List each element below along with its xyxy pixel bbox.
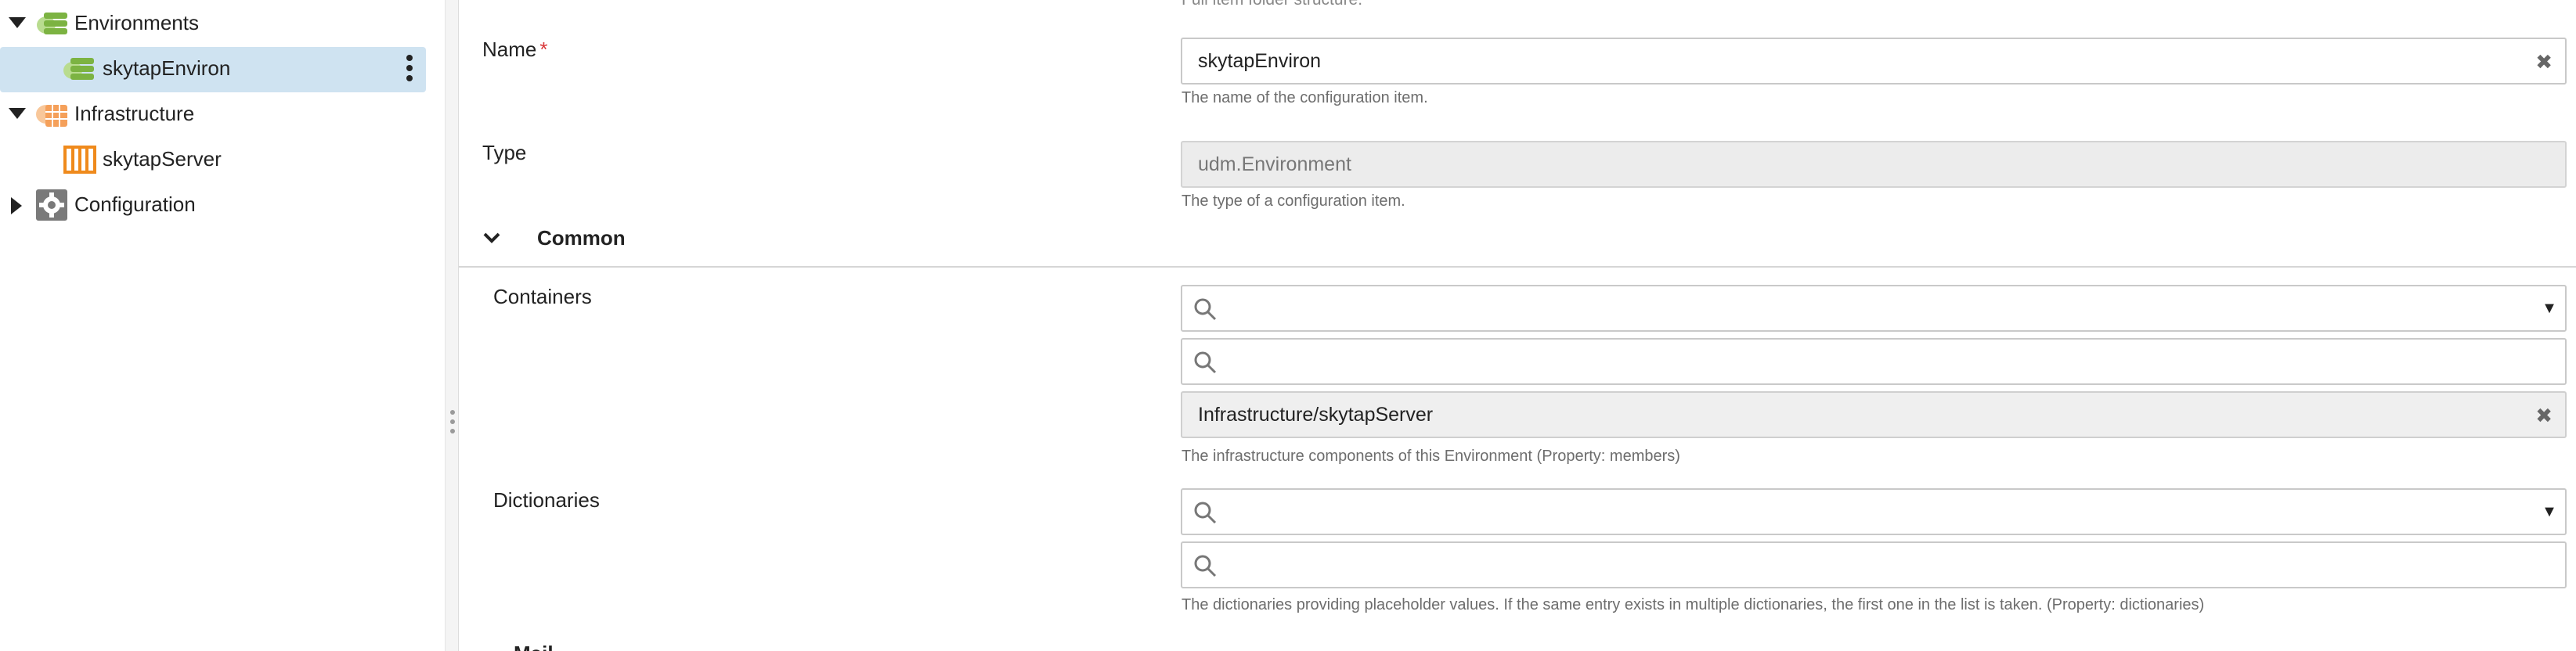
tree-item-configuration[interactable]: Configuration [74,192,196,217]
dictionaries-filter-input[interactable] [1181,541,2567,588]
type-input-value: udm.Environment [1198,153,1351,175]
containers-select[interactable]: ▼ [1181,285,2567,332]
more-options-icon[interactable] [404,55,415,85]
containers-label: Containers [493,285,592,308]
expand-toggle-infrastructure[interactable] [8,105,27,124]
section-divider [459,266,2576,268]
dictionaries-dropdown-toggle[interactable]: ▼ [2534,490,2565,534]
tree-item-infrastructure[interactable]: Infrastructure [74,102,194,126]
name-label: Name * [482,38,547,62]
expand-toggle-configuration[interactable] [8,196,27,215]
repository-tree: Environments skytapEnviron Infrastructur… [0,0,446,651]
type-hint: The type of a configuration item. [1182,192,1405,210]
clear-name-icon[interactable]: ✖ [2535,50,2553,74]
server-icon [63,144,99,175]
clipped-section-title: Mail [514,642,554,651]
containers-hint: The infrastructure components of this En… [1182,448,1680,465]
section-common-title: Common [537,226,626,250]
type-input: udm.Environment [1181,141,2567,188]
dictionaries-select[interactable]: ▼ [1181,488,2567,535]
search-icon [1194,298,1217,321]
name-label-text: Name [482,38,537,61]
environment-icon [61,53,97,85]
expand-toggle-environments[interactable] [8,14,27,33]
type-label: Type [482,141,527,164]
properties-form: Full item folder structure. Name* skytap… [459,0,2576,651]
infrastructure-icon [34,99,70,130]
tree-item-skytapenviron[interactable]: skytapEnviron [103,56,230,81]
panel-splitter[interactable] [445,0,459,651]
search-icon [1194,351,1217,374]
gear-icon [34,189,70,221]
containers-selected-value: Infrastructure/skytapServer [1198,404,1434,426]
required-mark: * [539,38,548,61]
name-input-value: skytapEnviron [1198,50,1322,72]
chevron-down-icon[interactable] [482,228,501,251]
drag-handle-icon[interactable] [449,410,456,438]
name-input[interactable]: skytapEnviron ✖ [1181,38,2567,85]
search-icon [1194,502,1217,524]
dictionaries-label: Dictionaries [493,488,600,512]
app-window: Environments skytapEnviron Infrastructur… [0,0,2576,651]
containers-filter-input[interactable] [1181,338,2567,385]
containers-selected-item[interactable]: Infrastructure/skytapServer ✖ [1181,391,2567,438]
clipped-hint-text: Full item folder structure. [1182,0,1362,9]
remove-container-icon[interactable]: ✖ [2535,404,2553,428]
environments-icon [34,8,70,39]
containers-dropdown-toggle[interactable]: ▼ [2534,286,2565,330]
search-icon [1194,555,1217,577]
name-hint: The name of the configuration item. [1182,89,1428,106]
dictionaries-hint: The dictionaries providing placeholder v… [1182,596,2205,613]
tree-item-skytapserver[interactable]: skytapServer [103,147,222,171]
tree-item-environments[interactable]: Environments [74,11,199,35]
